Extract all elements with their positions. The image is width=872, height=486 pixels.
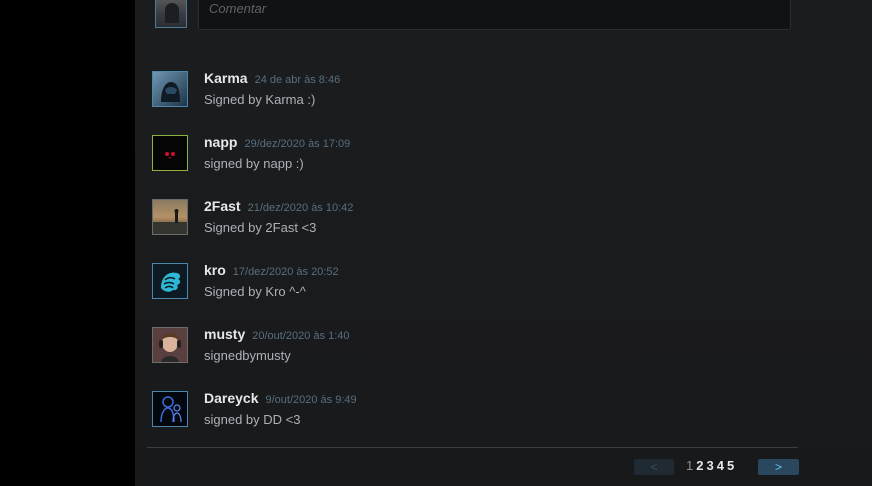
page-links: 12345 [686,458,737,473]
comment-author[interactable]: musty [204,326,245,342]
page-link-3[interactable]: 3 [706,458,713,473]
comment-item: musty 20/out/2020 às 1:40 signedbymusty [152,326,802,390]
headset-person-avatar[interactable] [152,327,188,363]
comment-date: 24 de abr às 8:46 [254,74,341,86]
hooded-figure-avatar[interactable] [152,71,188,107]
page-link-4[interactable]: 4 [717,458,724,473]
comment-item: napp 29/dez/2020 às 17:09 signed by napp … [152,134,802,198]
comment-item: kro 17/dez/2020 às 20:52 Signed by Kro ^-… [152,262,802,326]
comment-text: signedbymusty [204,348,291,363]
cyan-lion-avatar[interactable] [152,263,188,299]
comment-author[interactable]: Dareyck [204,390,259,406]
comment-author[interactable]: Karma [204,70,248,86]
comment-text: Signed by Kro ^-^ [204,284,306,299]
comment-author[interactable]: kro [204,262,226,278]
blue-figures-avatar[interactable] [152,391,188,427]
comment-item: 2Fast 21/dez/2020 às 10:42 Signed by 2Fas… [152,198,802,262]
prev-page-button[interactable]: < [634,459,674,475]
composer-avatar [155,0,187,28]
page-link-1: 1 [686,458,694,473]
pagination-divider [147,447,798,448]
next-page-button[interactable]: > [758,459,799,475]
comment-author[interactable]: 2Fast [204,198,241,214]
red-eyes-avatar[interactable] [152,135,188,171]
comment-date: 20/out/2020 às 1:40 [252,330,350,342]
comment-date: 17/dez/2020 às 20:52 [232,266,339,278]
page-link-5[interactable]: 5 [727,458,734,473]
comment-date: 21/dez/2020 às 10:42 [247,202,354,214]
comment-item: Karma 24 de abr às 8:46 Signed by Karma :… [152,70,802,134]
comment-input[interactable]: Comentar [198,0,791,30]
comment-item: Dareyck 9/out/2020 às 9:49 signed by DD <… [152,390,802,454]
comment-text: signed by DD <3 [204,412,301,427]
comment-list: Karma 24 de abr às 8:46 Signed by Karma :… [152,70,802,454]
comment-date: 29/dez/2020 às 17:09 [244,138,351,150]
comment-text: Signed by Karma :) [204,92,316,107]
comment-author[interactable]: napp [204,134,237,150]
comment-text: signed by napp :) [204,156,304,171]
comment-date: 9/out/2020 às 9:49 [265,394,357,406]
sunset-figure-avatar[interactable] [152,199,188,235]
comment-text: Signed by 2Fast <3 [204,220,317,235]
page-link-2[interactable]: 2 [696,458,703,473]
